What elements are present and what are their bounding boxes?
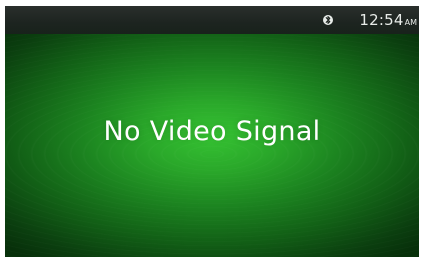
clock-ampm: AM: [404, 18, 417, 27]
clock-time: 12:54: [359, 11, 404, 29]
no-signal-message: No Video Signal: [103, 116, 321, 147]
clock: 12:54 AM: [359, 11, 417, 29]
bluetooth-icon: [323, 13, 334, 27]
video-screen: 12:54 AM No Video Signal: [5, 6, 419, 257]
status-bar: 12:54 AM: [5, 6, 419, 34]
